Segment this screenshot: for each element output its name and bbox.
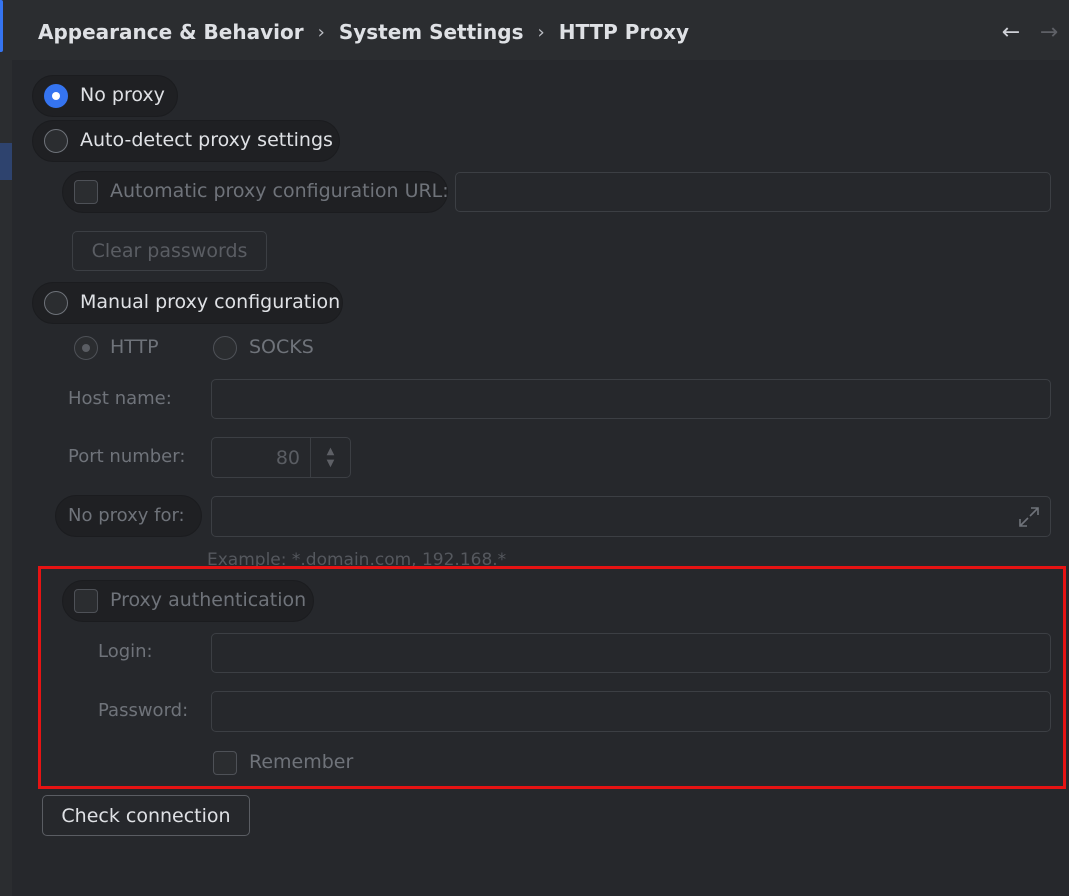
auto-config-url-checkbox[interactable] [74,180,98,204]
no-proxy-label: No proxy [80,84,165,106]
auto-detect-label: Auto-detect proxy settings [80,129,333,151]
breadcrumb-item-appearance[interactable]: Appearance & Behavior [38,20,304,44]
http-protocol-radio[interactable] [74,336,98,360]
no-proxy-for-input[interactable] [211,496,1051,537]
forward-arrow-icon[interactable]: → [1037,20,1061,45]
settings-tree-edge [0,0,12,896]
highlight-box [38,566,1066,789]
port-number-label: Port number: [68,446,186,467]
auto-config-url-input[interactable] [455,172,1051,212]
breadcrumb-separator: › [537,21,545,43]
http-protocol-label: HTTP [110,336,159,358]
expand-icon[interactable] [1016,504,1042,530]
breadcrumb-separator: › [317,21,325,43]
auto-detect-radio[interactable] [44,129,68,153]
breadcrumb-item-http-proxy: HTTP Proxy [558,20,690,44]
breadcrumb-item-system-settings[interactable]: System Settings [339,20,524,44]
settings-search-focus-edge [0,0,3,52]
no-proxy-radio[interactable] [44,84,68,108]
settings-tree-selected-item[interactable] [0,143,12,180]
host-name-input[interactable] [211,379,1051,419]
port-spinner[interactable]: ▲ ▼ [310,438,350,477]
port-number-stepper[interactable]: 80 ▲ ▼ [211,437,351,478]
back-arrow-icon[interactable]: ← [999,20,1023,45]
socks-protocol-radio[interactable] [213,336,237,360]
host-name-label: Host name: [68,388,172,409]
socks-protocol-label: SOCKS [249,336,314,358]
clear-passwords-button[interactable]: Clear passwords [72,231,267,271]
manual-proxy-radio[interactable] [44,291,68,315]
spinner-up-icon[interactable]: ▲ [327,446,335,458]
no-proxy-hint: Example: *.domain.com, 192.168.* [207,550,507,566]
check-connection-button[interactable]: Check connection [42,795,250,836]
manual-proxy-label: Manual proxy configuration [80,291,341,313]
breadcrumb: Appearance & Behavior › System Settings … [38,18,689,46]
auto-config-url-label: Automatic proxy configuration URL: [110,180,449,202]
port-number-value[interactable]: 80 [212,438,310,477]
spinner-down-icon[interactable]: ▼ [327,458,335,470]
no-proxy-for-label: No proxy for: [68,505,185,526]
